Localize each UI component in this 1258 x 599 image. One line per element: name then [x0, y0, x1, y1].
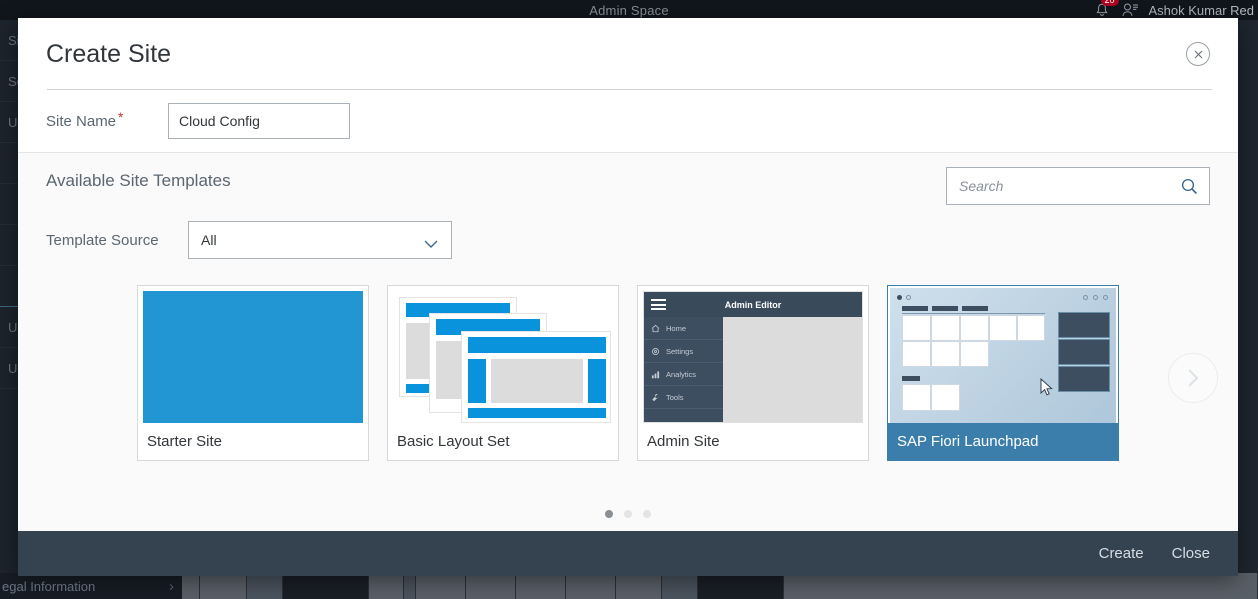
- create-button[interactable]: Create: [1099, 545, 1144, 562]
- next-page-button[interactable]: [1168, 353, 1218, 403]
- bottom-task-strip: [182, 573, 1258, 599]
- task-cell: [369, 573, 404, 599]
- admin-preview-item-tools: Tools: [644, 386, 723, 409]
- task-cell: [200, 573, 247, 599]
- task-cell: [466, 573, 516, 599]
- required-asterisk: *: [118, 108, 124, 125]
- dialog-footer: Create Close: [18, 531, 1238, 576]
- admin-preview-title: Admin Editor: [724, 299, 782, 310]
- close-icon[interactable]: [1186, 42, 1210, 66]
- cursor-glyph: [1040, 377, 1053, 396]
- task-cell: [416, 573, 466, 599]
- chevron-right-icon: ›: [169, 577, 174, 595]
- template-card-label: SAP Fiori Launchpad: [888, 423, 1118, 460]
- dialog-title: Create Site: [46, 39, 172, 68]
- admin-preview-item-label: Tools: [666, 392, 684, 402]
- task-cell: [516, 573, 566, 599]
- wrench-icon: [652, 393, 659, 401]
- pagination-dot-2[interactable]: [624, 510, 632, 518]
- admin-preview-header: Admin Editor: [644, 292, 862, 317]
- chevron-down-glyph: [424, 240, 438, 248]
- layout-window-front: [461, 331, 611, 423]
- available-templates-title: Available Site Templates: [46, 171, 231, 190]
- admin-preview-body: Home Settings Analytics Tools: [644, 317, 862, 422]
- admin-preview-sidebar: Home Settings Analytics Tools: [644, 317, 723, 422]
- fiori-launchpad-preview: [890, 288, 1116, 423]
- admin-preview-item-settings: Settings: [644, 340, 723, 363]
- site-name-input[interactable]: [168, 103, 350, 139]
- create-site-dialog: Create Site Site Name* Available Site Te…: [18, 18, 1238, 576]
- admin-preview-item-label: Analytics: [666, 369, 697, 379]
- magnifier-glyph: [1181, 178, 1197, 194]
- template-card-admin-site[interactable]: Admin Editor Home Settings Analytics Too…: [637, 285, 869, 461]
- template-card-label: Basic Layout Set: [397, 433, 510, 450]
- template-thumbnail-sap-fiori-launchpad: [890, 288, 1116, 423]
- task-cell: [247, 573, 283, 599]
- user-settings-icon[interactable]: [1122, 3, 1139, 17]
- search-input[interactable]: [947, 168, 1209, 204]
- task-cell: [698, 573, 784, 599]
- topbar-right-group: 20 Ashok Kumar Red: [1094, 0, 1255, 20]
- layout-windows-preview: [393, 291, 613, 423]
- close-x-glyph: [1194, 50, 1202, 58]
- templates-section-head: Available Site Templates: [18, 153, 1238, 205]
- notifications-bell-icon[interactable]: 20: [1094, 0, 1119, 20]
- search-input-wrapper[interactable]: [946, 167, 1210, 205]
- notification-count-badge: 20: [1100, 0, 1119, 6]
- template-source-label: Template Source: [46, 231, 159, 249]
- task-cell: [616, 573, 662, 599]
- pagination-dot-1[interactable]: [605, 510, 613, 518]
- template-thumbnail-starter-site: [143, 291, 363, 423]
- home-icon: [651, 324, 660, 332]
- admin-preview-content: [723, 317, 862, 422]
- admin-preview-item-label: Settings: [666, 346, 694, 356]
- task-cell: [566, 573, 616, 599]
- task-cell: [283, 573, 369, 599]
- admin-preview-item-analytics: Analytics: [644, 363, 723, 386]
- user-name-label: Ashok Kumar Red: [1148, 2, 1255, 18]
- legal-information-label: egal Information: [2, 578, 96, 594]
- admin-preview-item-label: Home: [666, 323, 687, 333]
- task-cell: [404, 573, 416, 599]
- gear-icon: [652, 347, 659, 355]
- chevron-down-icon: [423, 236, 439, 252]
- pagination-dot-3[interactable]: [643, 510, 651, 518]
- header-divider: [47, 89, 1212, 90]
- template-card-label: Admin Site: [647, 433, 720, 450]
- available-site-templates-section: Available Site Templates Template Source…: [18, 152, 1238, 531]
- template-source-select[interactable]: All: [188, 221, 452, 259]
- template-source-value: All: [201, 232, 217, 248]
- template-card-starter-site[interactable]: Starter Site: [137, 285, 369, 461]
- template-source-row: Template Source All: [18, 205, 1238, 259]
- mouse-cursor-icon: [1040, 377, 1054, 402]
- solid-blue-preview: [143, 291, 363, 423]
- template-thumbnail-basic-layout-set: [393, 291, 613, 423]
- template-card-sap-fiori-launchpad[interactable]: SAP Fiori Launchpad: [887, 285, 1119, 461]
- bar-chart-icon: [651, 370, 660, 378]
- site-name-label: Site Name *: [46, 109, 168, 130]
- search-icon[interactable]: [1181, 178, 1198, 200]
- hamburger-menu-icon: [651, 297, 666, 313]
- admin-editor-preview: Admin Editor Home Settings Analytics Too…: [643, 291, 863, 423]
- task-cell: [182, 573, 200, 599]
- close-button[interactable]: Close: [1172, 545, 1210, 562]
- site-name-row: Site Name *: [18, 90, 1238, 152]
- template-thumbnail-admin-site: Admin Editor Home Settings Analytics Too…: [643, 291, 863, 423]
- admin-preview-item-home: Home: [644, 317, 723, 340]
- chevron-right-icon: [1188, 369, 1199, 387]
- task-cell: [662, 573, 698, 599]
- template-cards-area: Starter Site Basic Layout Set Admin Edit…: [18, 259, 1238, 497]
- site-name-label-text: Site Name: [46, 112, 117, 130]
- task-cell: [784, 573, 1258, 599]
- app-topbar: Admin Space 20 Ashok Kumar Red: [0, 0, 1258, 20]
- app-space-title: Admin Space: [589, 2, 669, 18]
- template-card-label: Starter Site: [147, 433, 223, 450]
- legal-information-link[interactable]: egal Information ›: [0, 573, 182, 599]
- template-card-basic-layout-set[interactable]: Basic Layout Set: [387, 285, 619, 461]
- dialog-header: Create Site: [18, 18, 1238, 90]
- templates-pagination[interactable]: [18, 497, 1238, 531]
